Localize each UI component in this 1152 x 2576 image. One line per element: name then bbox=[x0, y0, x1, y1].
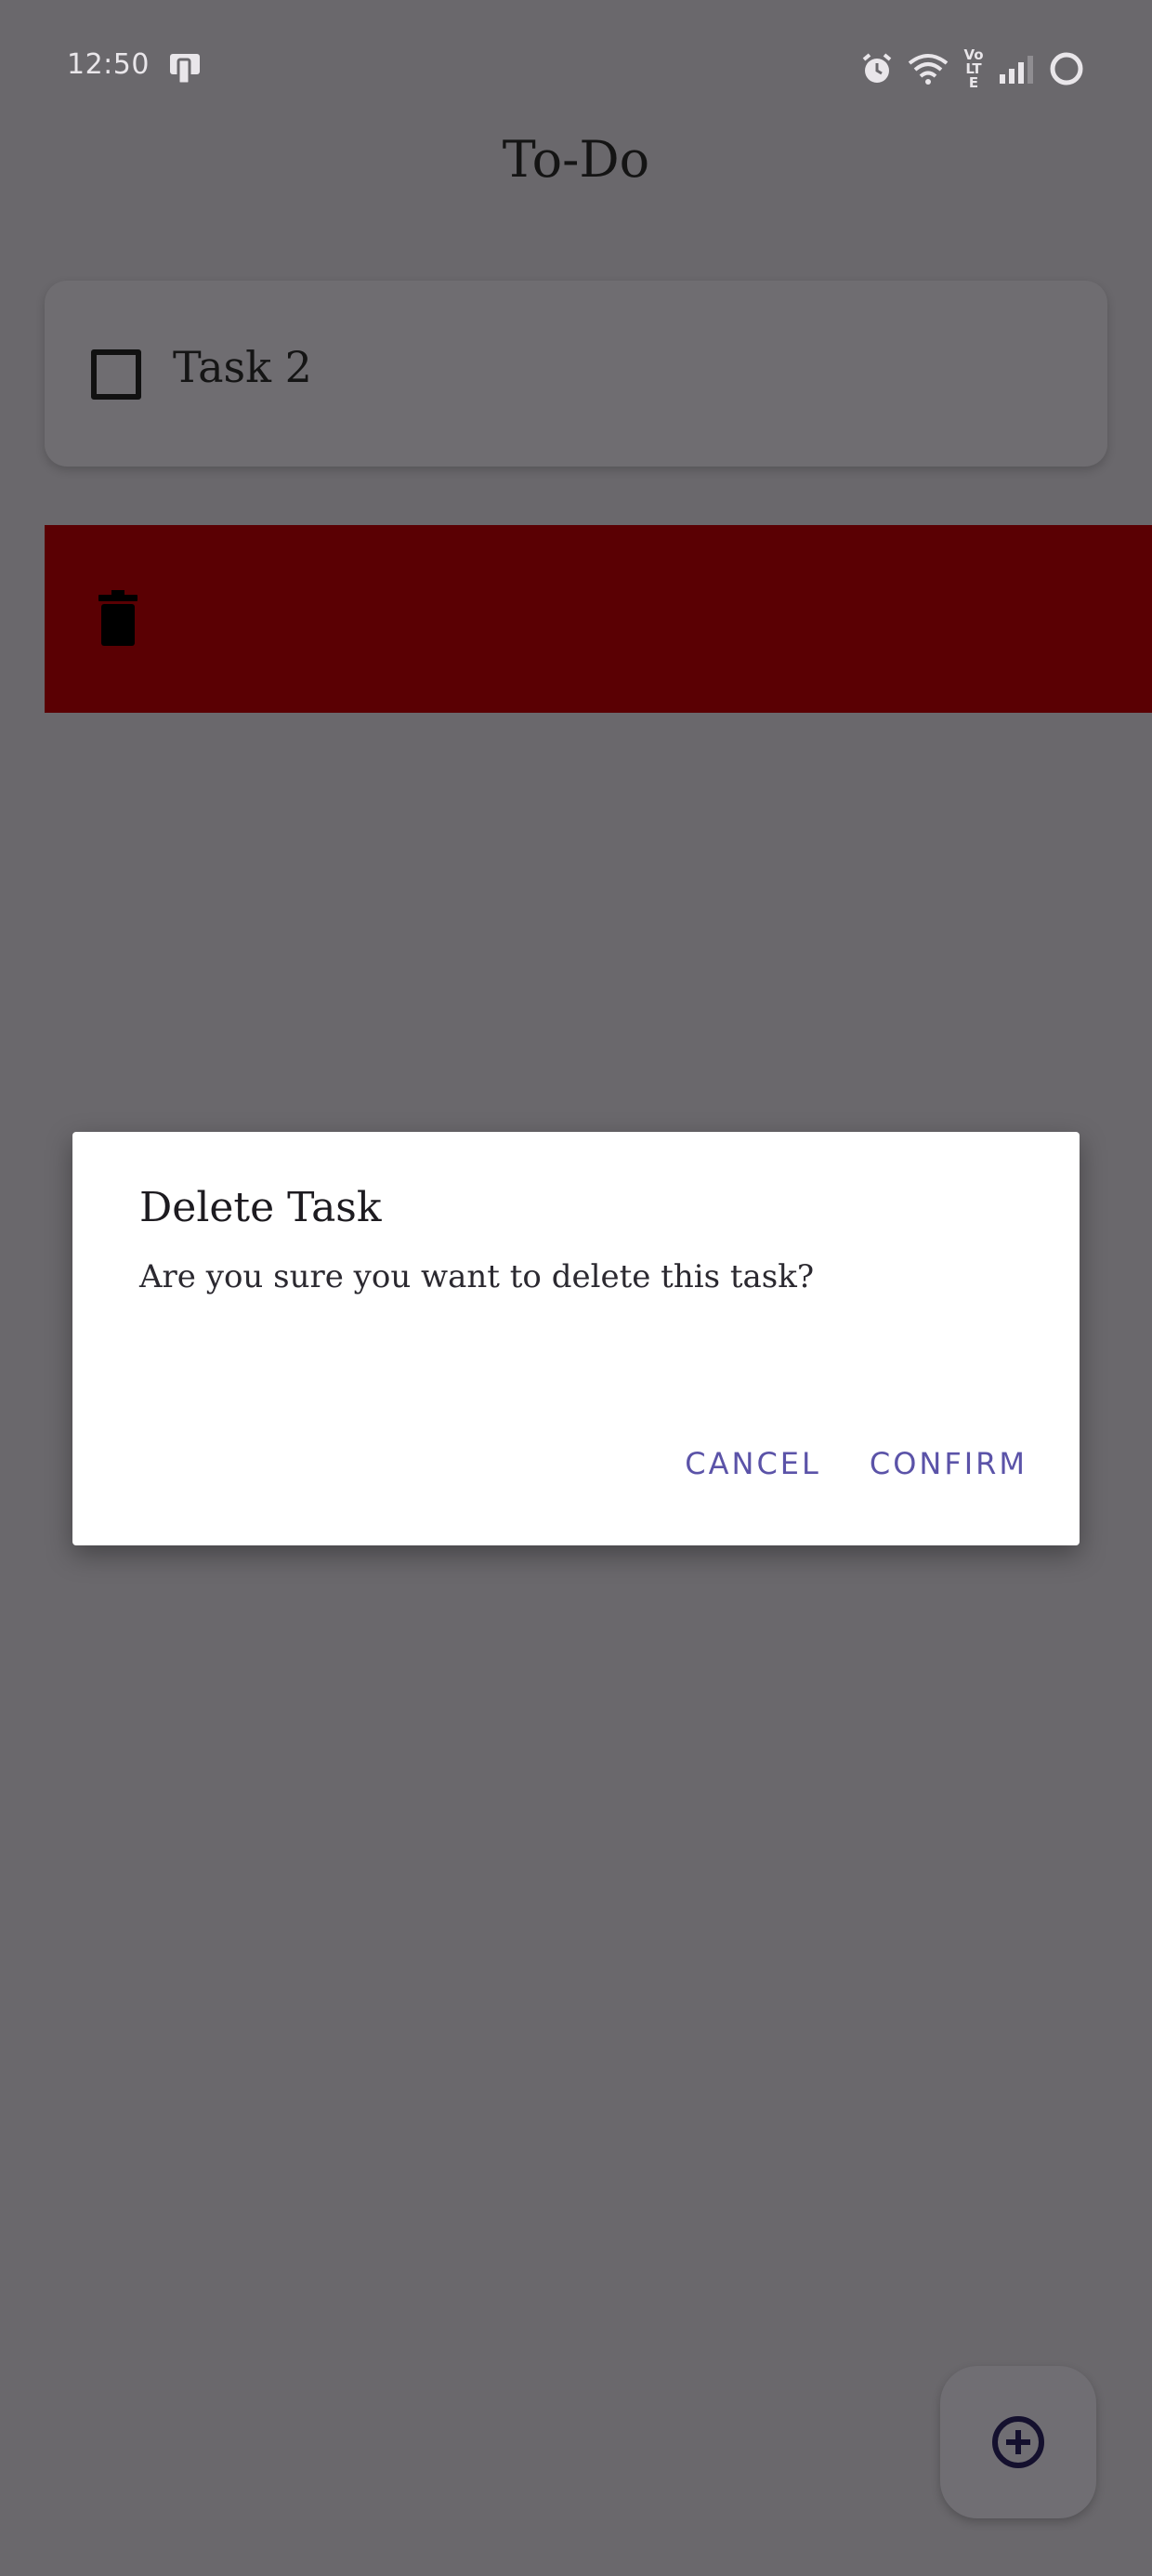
dialog-message: Are you sure you want to delete this tas… bbox=[139, 1258, 815, 1295]
status-time: 12:50 bbox=[67, 48, 150, 81]
confirm-button[interactable]: CONFIRM bbox=[870, 1446, 1028, 1481]
battery-icon bbox=[1050, 52, 1083, 85]
signal-icon bbox=[1000, 56, 1033, 84]
dialog-actions: CANCEL CONFIRM bbox=[685, 1446, 1028, 1481]
add-task-button[interactable] bbox=[940, 2366, 1096, 2518]
app-title: To-Do bbox=[502, 130, 650, 189]
status-bar: 12:50 Vo LTE bbox=[0, 0, 1152, 139]
dialog-title: Delete Task bbox=[139, 1184, 382, 1231]
alarm-icon bbox=[862, 53, 892, 83]
task-card[interactable]: Task 2 bbox=[45, 281, 1107, 467]
status-icons: Vo LTE bbox=[860, 46, 1085, 91]
task-label: Task 2 bbox=[173, 342, 312, 392]
cancel-button[interactable]: CANCEL bbox=[685, 1446, 821, 1481]
task-checkbox[interactable] bbox=[91, 349, 141, 400]
swipe-delete-background[interactable] bbox=[45, 525, 1152, 713]
volte-icon: Vo LTE bbox=[963, 46, 984, 91]
add-circle-icon bbox=[992, 2416, 1044, 2468]
trash-icon bbox=[98, 590, 137, 646]
delete-dialog: Delete Task Are you sure you want to del… bbox=[72, 1132, 1080, 1545]
wifi-icon bbox=[908, 54, 949, 85]
device-icon bbox=[170, 54, 200, 85]
